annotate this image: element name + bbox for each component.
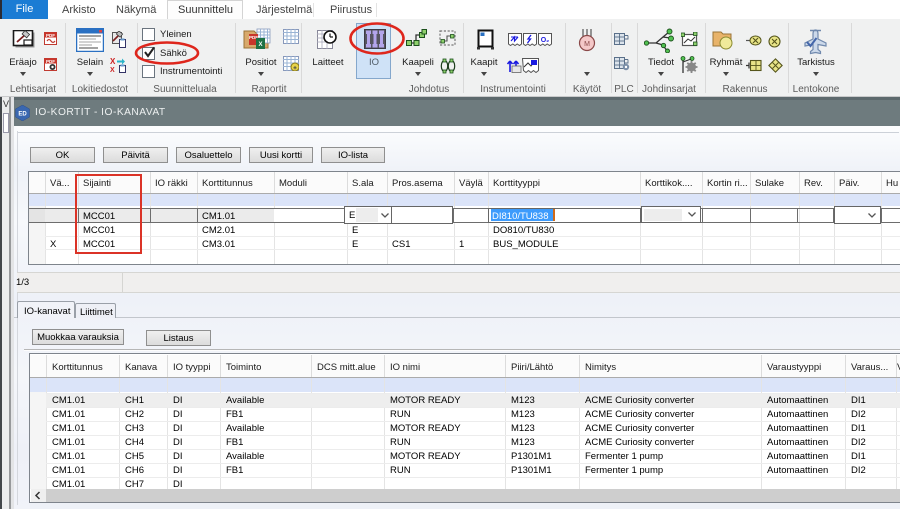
svg-text:O₂: O₂ (541, 37, 550, 44)
svg-text:PDF: PDF (46, 33, 55, 38)
svg-text:X: X (110, 67, 115, 73)
svg-text:M: M (584, 41, 590, 48)
svg-text:X: X (110, 57, 116, 66)
svg-text:ED: ED (18, 112, 27, 118)
svg-text:X: X (258, 42, 262, 48)
